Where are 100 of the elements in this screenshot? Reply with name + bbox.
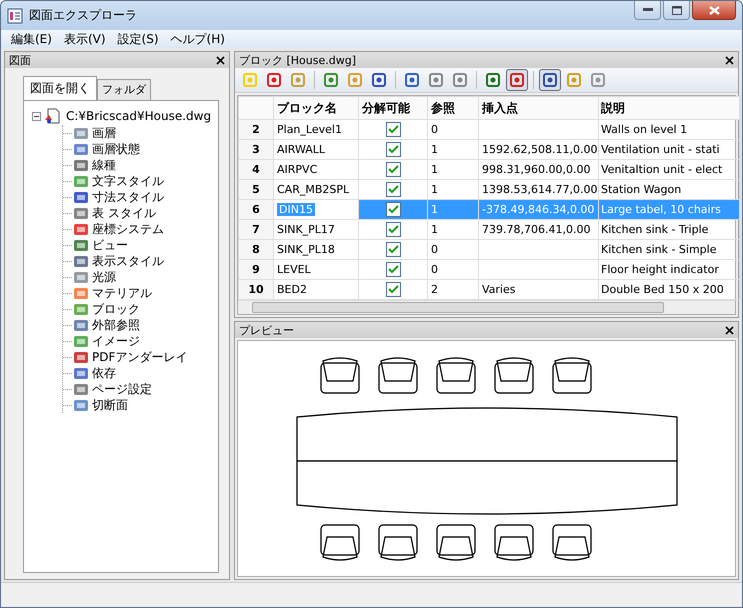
minimize-button[interactable] bbox=[634, 1, 661, 20]
row-number: 6 bbox=[238, 200, 274, 220]
table-cell: AIRWALL bbox=[277, 143, 326, 156]
tree-item[interactable]: 切断面 bbox=[92, 396, 128, 414]
checkbox[interactable] bbox=[386, 162, 400, 177]
tree-item[interactable]: 依存 bbox=[92, 364, 116, 382]
table-cell: 1592.62,508.11,0.00 bbox=[478, 140, 598, 160]
table-cell: CAR_MB2SPL bbox=[277, 183, 350, 196]
table-row[interactable]: 2 Plan_Level1 0 Walls on level 1 bbox=[238, 120, 740, 140]
row-number: 3 bbox=[238, 140, 274, 160]
table-cell: Floor height indicator bbox=[598, 260, 740, 280]
table-row[interactable]: 8 SINK_PL18 0 Kitchen sink - Simple bbox=[238, 240, 740, 260]
collapse-toggle[interactable] bbox=[32, 112, 41, 120]
checkbox[interactable] bbox=[386, 182, 400, 197]
tab[interactable]: フォルダ bbox=[97, 79, 151, 100]
column-header[interactable]: ブロック名 bbox=[274, 96, 358, 120]
toolbar-button[interactable] bbox=[539, 69, 561, 91]
close-icon[interactable] bbox=[725, 326, 734, 334]
drawing-file-icon bbox=[44, 108, 60, 124]
table-cell: 1 bbox=[428, 220, 478, 240]
table-cell: 739.78,706.41,0.00 bbox=[478, 220, 598, 240]
tree-item[interactable]: イメージ bbox=[92, 332, 140, 350]
row-number: 2 bbox=[238, 120, 274, 140]
table-row[interactable]: 9 LEVEL 0 Floor height indicator bbox=[238, 260, 740, 280]
checkbox[interactable] bbox=[386, 142, 400, 157]
table-cell: Ventilation unit - stati bbox=[598, 140, 740, 160]
menu-item[interactable]: ヘルプ(H) bbox=[170, 30, 225, 48]
table-cell: SINK_PL17 bbox=[277, 223, 335, 236]
tree-item[interactable]: マテリアル bbox=[92, 284, 152, 302]
checkbox[interactable] bbox=[386, 242, 400, 257]
toolbar-button[interactable] bbox=[506, 69, 528, 91]
checkbox[interactable] bbox=[386, 202, 400, 217]
table-cell: LEVEL bbox=[277, 263, 311, 276]
vertical-scrollbar[interactable] bbox=[740, 96, 741, 300]
table-cell: AIRPVC bbox=[277, 163, 318, 176]
table-cell: 1 bbox=[428, 160, 478, 180]
checkbox[interactable] bbox=[386, 262, 400, 277]
tab[interactable]: 図面を開く bbox=[23, 76, 97, 100]
tree-item[interactable]: 文字スタイル bbox=[92, 172, 164, 190]
tree-item[interactable]: 画層 bbox=[92, 124, 116, 142]
tree-item[interactable]: ブロック bbox=[92, 300, 140, 318]
menu-item[interactable]: 表示(V) bbox=[64, 30, 106, 48]
tree-item[interactable]: 表示スタイル bbox=[92, 252, 164, 270]
table-cell: BED2 bbox=[277, 283, 307, 296]
panel-title: プレビュー bbox=[239, 322, 294, 338]
menu-item[interactable]: 編集(E) bbox=[11, 30, 52, 48]
tree-item[interactable]: 座標システム bbox=[92, 220, 164, 238]
column-header[interactable]: 挿入点 bbox=[478, 96, 598, 120]
tree-item[interactable]: PDFアンダーレイ bbox=[92, 348, 188, 366]
row-number: 9 bbox=[238, 260, 274, 280]
table-cell: SINK_PL18 bbox=[277, 243, 335, 256]
table-cell: 0 bbox=[428, 240, 478, 260]
row-number: 4 bbox=[238, 160, 274, 180]
tree-item[interactable]: 外部参照 bbox=[92, 316, 140, 334]
horizontal-scrollbar[interactable] bbox=[238, 300, 735, 314]
table-cell: 1 bbox=[428, 140, 478, 160]
table-cell: DIN15 bbox=[277, 203, 315, 216]
maximize-button[interactable] bbox=[663, 1, 690, 20]
tree-item[interactable]: ページ設定 bbox=[92, 380, 152, 398]
tree-item[interactable]: 光源 bbox=[92, 268, 116, 286]
table-row[interactable]: 7 SINK_PL17 1 739.78,706.41,0.00 Kitchen sink - Triple bbox=[238, 220, 740, 240]
tree-item[interactable]: C:¥Bricscad¥House.dwg bbox=[66, 109, 212, 123]
close-icon[interactable] bbox=[725, 56, 734, 64]
panel-title: ブロック [House.dwg] bbox=[239, 52, 356, 68]
table-cell: Large tabel, 10 chairs bbox=[598, 200, 740, 220]
row-number: 7 bbox=[238, 220, 274, 240]
close-icon[interactable] bbox=[216, 56, 225, 64]
table-cell: Walls on level 1 bbox=[598, 120, 740, 140]
app-icon bbox=[7, 8, 23, 24]
panel-title: 図面 bbox=[9, 52, 31, 68]
row-number: 8 bbox=[238, 240, 274, 260]
table-cell: Plan_Level1 bbox=[277, 123, 342, 136]
table-cell: 0 bbox=[428, 260, 478, 280]
column-header[interactable]: 参照 bbox=[428, 96, 478, 120]
checkbox[interactable] bbox=[386, 222, 400, 237]
table-cell: Venitaltion unit - elect bbox=[598, 160, 740, 180]
column-header[interactable]: 分解可能 bbox=[358, 96, 428, 120]
close-button[interactable] bbox=[692, 1, 736, 20]
menu-item[interactable]: 設定(S) bbox=[118, 30, 159, 48]
column-header[interactable]: 説明 bbox=[598, 96, 740, 120]
tree-item[interactable]: 画層状態 bbox=[92, 140, 140, 158]
checkbox[interactable] bbox=[386, 282, 400, 297]
table-cell: Kitchen sink - Simple bbox=[598, 240, 740, 260]
table-row[interactable]: 3 AIRWALL 1 1592.62,508.11,0.00 Ventilation unit - stati bbox=[238, 140, 740, 160]
table-cell: -378.49,846.34,0.00 bbox=[478, 200, 598, 220]
table-cell: Kitchen sink - Triple bbox=[598, 220, 740, 240]
window-title: 図面エクスプローラ bbox=[29, 7, 137, 24]
table-cell: 998.31,960.00,0.00 bbox=[478, 160, 598, 180]
tree-item[interactable]: 表 スタイル bbox=[92, 204, 156, 222]
close-icon bbox=[708, 6, 720, 14]
table-row[interactable]: 4 AIRPVC 1 998.31,960.00,0.00 Venitaltion unit - elect bbox=[238, 160, 740, 180]
tree-item[interactable]: ビュー bbox=[92, 236, 128, 254]
table-row[interactable]: 6 DIN15 1 -378.49,846.34,0.00 Large tabel, 10 chairs bbox=[238, 200, 740, 220]
row-number: 5 bbox=[238, 180, 274, 200]
table-cell: 1 bbox=[428, 200, 478, 220]
minimize-icon bbox=[642, 8, 652, 12]
row-number: 10 bbox=[238, 280, 274, 300]
checkbox[interactable] bbox=[386, 122, 400, 137]
tree-item[interactable]: 寸法スタイル bbox=[92, 188, 164, 206]
tree-item[interactable]: 線種 bbox=[92, 156, 116, 174]
